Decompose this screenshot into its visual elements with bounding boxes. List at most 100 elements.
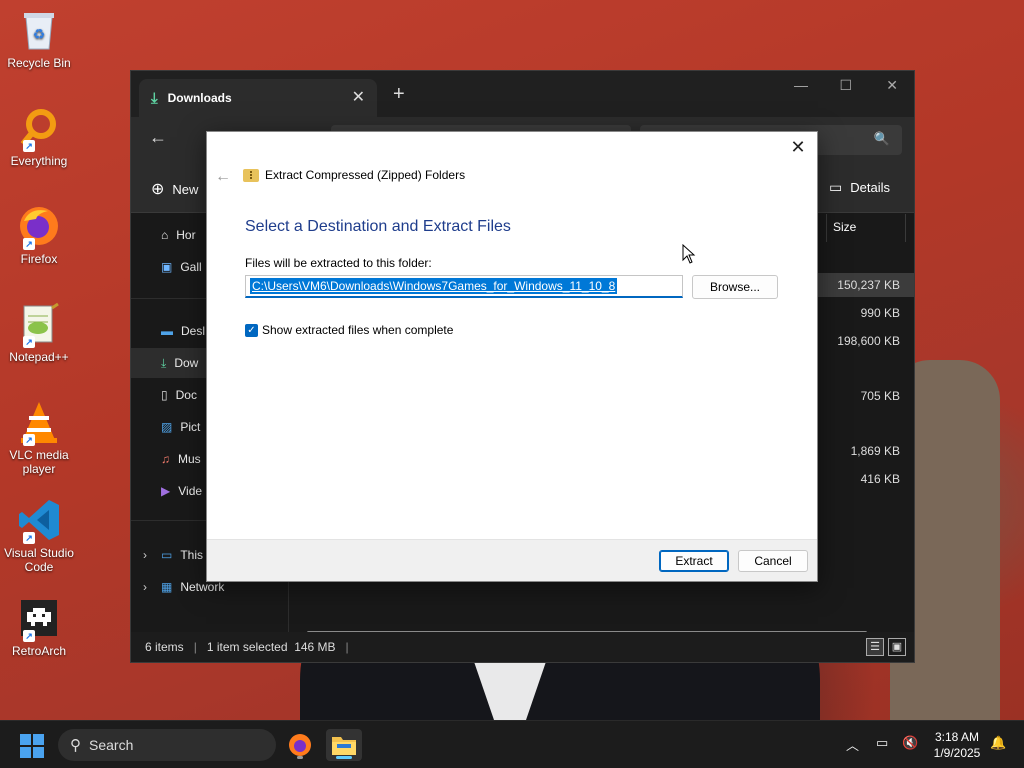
shortcut-arrow-icon: ↗ [23, 434, 35, 446]
pictures-icon: ▨ [161, 420, 173, 434]
sidebar-item-documents[interactable]: ▯ Doc [161, 388, 197, 402]
notepadpp-icon: ↗ [17, 302, 61, 348]
sidebar-item-this-pc[interactable]: ▭ This [161, 548, 203, 562]
desktop-icon-label: Recycle Bin [7, 56, 71, 70]
videos-icon: ▶ [161, 484, 171, 498]
desktop-icon-vscode[interactable]: ↗ Visual Studio Code [4, 498, 74, 574]
shortcut-arrow-icon: ↗ [23, 630, 35, 642]
maximize-button[interactable]: ☐ [839, 77, 852, 94]
firefox-icon: ↗ [17, 204, 61, 250]
dialog-title-text: Extract Compressed (Zipped) Folders [265, 168, 466, 182]
sidebar-item-label: Network [180, 580, 225, 594]
desktop-icon-label: RetroArch [11, 644, 67, 658]
sidebar-item-label: Desl [181, 324, 206, 338]
destination-label: Files will be extracted to this folder: [245, 256, 432, 270]
active-indicator [336, 756, 352, 759]
sidebar-item-home[interactable]: ⌂ Hor [161, 228, 196, 242]
vscode-icon: ↗ [17, 498, 61, 544]
sidebar-item-label: Dow [174, 356, 199, 370]
item-count: 6 items [145, 640, 184, 654]
new-button[interactable]: ⊕ New [151, 179, 198, 199]
sidebar-item-label: Gall [180, 260, 202, 274]
chevron-right-icon[interactable]: › [143, 580, 147, 594]
minimize-button[interactable]: — [794, 77, 808, 93]
desktop-icon-retroarch[interactable]: ↗ RetroArch [4, 596, 74, 658]
sidebar-item-pictures[interactable]: ▨ Pict [161, 420, 200, 434]
back-arrow-icon[interactable]: ← [215, 168, 231, 186]
music-icon: ♫ [161, 452, 170, 466]
desktop-icon: ▬ [161, 324, 173, 338]
taskbar-firefox[interactable] [282, 729, 318, 761]
sidebar-item-label: Vide [178, 484, 203, 498]
sidebar-item-label: This [180, 548, 204, 562]
back-arrow-icon[interactable]: ← [149, 127, 167, 148]
notification-bell-icon[interactable]: 🔔 [990, 735, 1006, 751]
documents-icon: ▯ [161, 388, 168, 402]
close-window-button[interactable]: ✕ [886, 77, 898, 94]
close-dialog-button[interactable]: ✕ [787, 136, 809, 158]
cancel-button[interactable]: Cancel [738, 550, 808, 572]
status-separator: | [193, 640, 197, 654]
taskbar-search[interactable]: ⚲ Search [58, 729, 276, 761]
clock-time: 3:18 AM [934, 730, 980, 744]
svg-text:♻: ♻ [33, 26, 46, 42]
tab-downloads[interactable]: ⤓ Downloads ✕ [139, 79, 377, 117]
shortcut-arrow-icon: ↗ [23, 238, 35, 250]
desktop-icon-recycle-bin[interactable]: ♻ Recycle Bin [4, 8, 74, 70]
destination-path-input[interactable]: C:\Users\VM6\Downloads\Windows7Games_for… [245, 275, 683, 298]
sidebar-item-desktop[interactable]: ▬ Desl [161, 324, 205, 338]
sidebar-item-music[interactable]: ♫ Mus [161, 452, 201, 466]
system-clock[interactable]: 3:18 AM 1/9/2025 [922, 729, 992, 761]
desktop-icon-everything[interactable]: ↗ Everything [4, 106, 74, 168]
start-button[interactable] [20, 734, 44, 758]
dialog-footer: Extract Cancel [207, 539, 817, 581]
view-toggle: ☰ ▣ [866, 638, 906, 656]
desktop-icon-label: Visual Studio Code [4, 546, 74, 574]
new-label: New [172, 181, 199, 197]
retroarch-icon: ↗ [17, 596, 61, 642]
show-hidden-icons-chevron-icon[interactable]: ︿ [846, 735, 859, 754]
sidebar-item-videos[interactable]: ▶ Vide [161, 484, 202, 498]
shortcut-arrow-icon: ↗ [23, 336, 35, 348]
shortcut-arrow-icon: ↗ [23, 532, 35, 544]
running-indicator [297, 756, 303, 759]
sidebar-item-network[interactable]: ▦ Network [161, 580, 224, 594]
checkbox-label: Show extracted files when complete [262, 323, 454, 337]
details-button[interactable]: ▭ Details [829, 179, 890, 196]
vlc-icon: ↗ [17, 400, 61, 446]
extract-button[interactable]: Extract [659, 550, 729, 572]
close-tab-icon[interactable]: ✕ [352, 87, 365, 107]
tiles-view-icon[interactable]: ▣ [888, 638, 906, 656]
selection-info: 1 item selected 146 MB [206, 640, 336, 654]
network-status-icon[interactable]: ▭ [876, 735, 888, 751]
search-icon: 🔍 [873, 131, 890, 146]
new-tab-button[interactable]: + [393, 83, 405, 106]
dialog-heading: Select a Destination and Extract Files [245, 218, 511, 235]
desktop-icon-label: VLC media player [9, 448, 69, 476]
chevron-right-icon[interactable]: › [143, 548, 147, 562]
sidebar-item-gallery[interactable]: ▣ Gall [161, 260, 202, 274]
zip-folder-icon [243, 168, 259, 182]
desktop-icon-notepadpp[interactable]: ↗ Notepad++ [4, 302, 74, 364]
plus-circle-icon: ⊕ [151, 181, 165, 198]
desktop-icon-label: Firefox [20, 252, 58, 266]
browse-button[interactable]: Browse... [692, 275, 778, 299]
show-files-option[interactable]: ✓ Show extracted files when complete [245, 323, 453, 337]
everything-search-icon: ↗ [17, 106, 61, 152]
column-header-size[interactable]: Size [826, 214, 906, 242]
details-label: Details [850, 180, 890, 195]
sidebar-item-label: Hor [176, 228, 196, 242]
tab-title: Downloads [167, 91, 232, 105]
home-icon: ⌂ [161, 228, 169, 242]
sidebar-item-label: Mus [178, 452, 201, 466]
windows-logo-icon [20, 734, 31, 745]
checkbox-checked-icon[interactable]: ✓ [245, 323, 258, 337]
this-pc-icon: ▭ [161, 548, 173, 562]
status-separator: | [345, 640, 349, 654]
desktop-icon-firefox[interactable]: ↗ Firefox [4, 204, 74, 266]
desktop-icon-vlc[interactable]: ↗ VLC media player [4, 400, 74, 476]
extract-dialog: ✕ ← Extract Compressed (Zipped) Folders … [206, 131, 818, 582]
taskbar-file-explorer[interactable] [326, 729, 362, 761]
details-view-icon[interactable]: ☰ [866, 638, 884, 656]
volume-muted-icon[interactable]: 🔇 [902, 735, 918, 751]
